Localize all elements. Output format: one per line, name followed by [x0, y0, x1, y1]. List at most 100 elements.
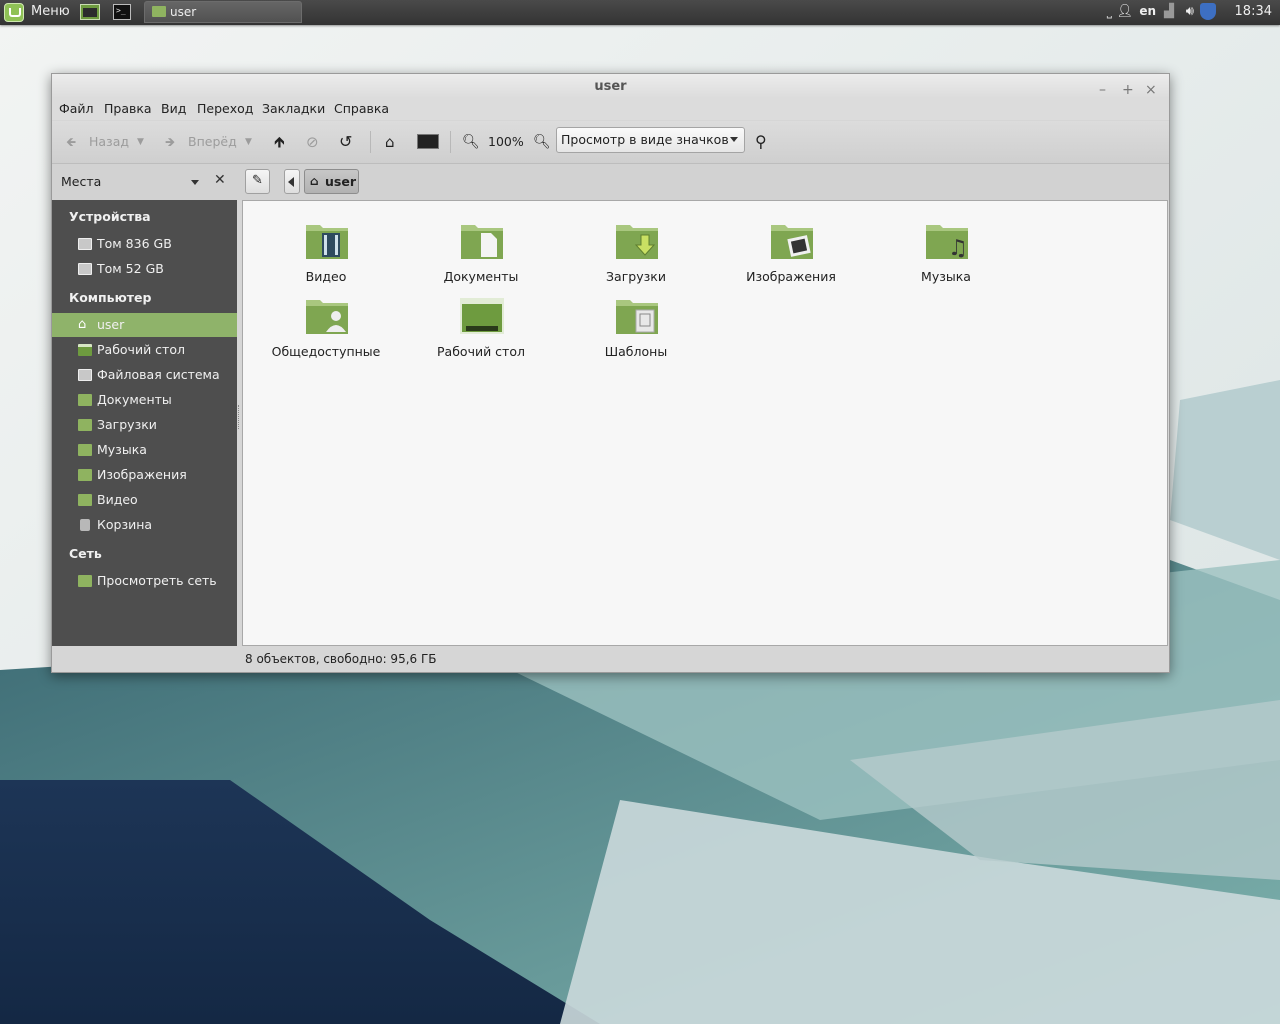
file-manager-launcher-icon[interactable]: [80, 4, 100, 20]
folder-item-desktop[interactable]: Рабочий стол: [406, 288, 556, 359]
sidebar-item-label: Том 52 GB: [97, 261, 164, 276]
sidebar-item-videos[interactable]: Видео: [52, 488, 237, 512]
toolbar-separator: [370, 131, 371, 153]
window-title: user: [594, 79, 627, 94]
keyboard-layout[interactable]: en: [1139, 4, 1156, 18]
toolbar: 🡸 Назад ▼ 🡺 Вперёд ▼ 🡹 ⊘ ↺ ⌂ 🔍︎ 100% 🔍︎ …: [52, 121, 1169, 164]
sidebar-header-devices: Устройства: [69, 209, 151, 224]
folder-item-label: Общедоступные: [271, 344, 381, 359]
breadcrumb-scroll-left-button[interactable]: [284, 169, 300, 194]
folder-item-label: Музыка: [921, 269, 971, 284]
desktop-folder-icon: [460, 298, 504, 334]
folder-item-downloads[interactable]: Загрузки: [561, 213, 711, 284]
sidebar-item-pictures[interactable]: Изображения: [52, 463, 237, 487]
sidebar-item-label: Файловая система: [97, 367, 220, 382]
breadcrumb-label: user: [325, 174, 356, 189]
folder-item-pictures[interactable]: Изображения: [716, 213, 866, 284]
menu-bookmarks[interactable]: Закладки: [262, 101, 325, 116]
music-folder-icon: ♫: [926, 225, 968, 261]
zoom-level[interactable]: 100%: [488, 132, 524, 152]
sidebar-item-documents[interactable]: Документы: [52, 388, 237, 412]
back-history-dropdown-icon[interactable]: ▼: [137, 132, 144, 152]
window-titlebar[interactable]: user – + ×: [52, 74, 1169, 98]
menu-help[interactable]: Справка: [334, 101, 389, 116]
search-icon[interactable]: ⚲: [755, 132, 767, 152]
folder-item-templates[interactable]: Шаблоны: [561, 288, 711, 359]
menu-file[interactable]: Файл: [59, 101, 94, 116]
taskbar-window-button[interactable]: user: [144, 1, 302, 23]
computer-icon[interactable]: [417, 134, 439, 149]
folder-item-videos[interactable]: Видео: [251, 213, 401, 284]
network-signal-icon[interactable]: ▟: [1164, 4, 1174, 19]
sidebar-header-network: Сеть: [69, 546, 102, 561]
sidebar-item-volume-52[interactable]: Том 52 GB: [52, 257, 237, 281]
menu-view[interactable]: Вид: [161, 101, 186, 116]
sidebar-item-downloads[interactable]: Загрузки: [52, 413, 237, 437]
places-selector[interactable]: Места: [61, 174, 101, 189]
user-icon[interactable]: 👤︎: [1116, 4, 1133, 19]
sidebar-item-music[interactable]: Музыка: [52, 438, 237, 462]
stop-icon[interactable]: ⊘: [306, 132, 319, 152]
chevron-down-icon[interactable]: [191, 180, 199, 185]
reload-icon[interactable]: ↺: [339, 132, 352, 152]
folder-icon: [78, 444, 92, 456]
forward-arrow-icon: 🡺: [165, 134, 176, 149]
sidebar-item-desktop[interactable]: Рабочий стол: [52, 338, 237, 362]
folder-item-public[interactable]: Общедоступные: [251, 288, 401, 359]
svg-text:♫: ♫: [948, 236, 968, 261]
mint-menu-icon[interactable]: [4, 3, 24, 22]
folder-item-label: Документы: [443, 269, 519, 284]
keyboard-icon[interactable]: ⎵: [1107, 4, 1112, 19]
sidebar-item-label: Том 836 GB: [97, 236, 172, 251]
zoom-in-icon[interactable]: 🔍︎: [533, 132, 551, 152]
sidebar-item-trash[interactable]: Корзина: [52, 513, 237, 537]
zoom-out-icon[interactable]: 🔍︎: [462, 132, 480, 152]
status-text: 8 объектов, свободно: 95,6 ГБ: [245, 652, 437, 666]
sidebar-item-label: Документы: [97, 392, 172, 407]
template-folder-icon: [616, 300, 658, 334]
top-panel: Меню >_ user ⎵ 👤︎ en ▟ 🔊︎ 18:34: [0, 0, 1280, 25]
pencil-icon: ✎: [252, 173, 263, 188]
home-icon: ⌂: [78, 317, 87, 332]
home-icon[interactable]: ⌂: [385, 132, 395, 152]
location-bar: Места ✕ ✎ ⌂ user: [52, 164, 1169, 200]
folder-icon: [78, 394, 92, 406]
menu-button-label[interactable]: Меню: [31, 4, 70, 19]
folder-item-label: Изображения: [746, 269, 836, 284]
sidebar-item-label: Видео: [97, 492, 138, 507]
folder-item-label: Видео: [305, 269, 347, 284]
sidebar-item-label: Изображения: [97, 467, 187, 482]
up-arrow-icon[interactable]: 🡹: [274, 132, 285, 152]
folder-icon: [78, 419, 92, 431]
view-mode-select[interactable]: Просмотр в виде значков: [556, 127, 745, 153]
sidebar-item-volume-836[interactable]: Том 836 GB: [52, 232, 237, 256]
volume-icon[interactable]: 🔊︎: [1186, 4, 1194, 19]
back-button[interactable]: Назад: [89, 132, 129, 152]
menu-bar: Файл Правка Вид Переход Закладки Справка: [52, 98, 1169, 120]
public-folder-icon: [306, 300, 348, 334]
view-mode-value: Просмотр в виде значков: [561, 132, 729, 147]
close-sidebar-icon[interactable]: ✕: [214, 172, 226, 188]
sidebar-item-browse-network[interactable]: Просмотреть сеть: [52, 569, 237, 593]
update-shield-icon[interactable]: [1200, 3, 1216, 20]
forward-history-dropdown-icon[interactable]: ▼: [245, 132, 252, 152]
sidebar-item-home[interactable]: ⌂ user: [52, 313, 237, 337]
trash-icon: [80, 519, 90, 531]
toolbar-separator: [450, 131, 451, 153]
folder-item-music[interactable]: ♫ Музыка: [871, 213, 1021, 284]
clock[interactable]: 18:34: [1235, 4, 1272, 19]
taskbar-window-title: user: [170, 5, 197, 19]
picture-folder-icon: [771, 225, 813, 259]
drive-icon: [78, 263, 92, 275]
terminal-launcher-icon[interactable]: >_: [113, 4, 131, 20]
network-folder-icon: [78, 575, 92, 587]
folder-item-documents[interactable]: Документы: [406, 213, 556, 284]
sidebar-item-filesystem[interactable]: Файловая система: [52, 363, 237, 387]
forward-button[interactable]: Вперёд: [188, 132, 237, 152]
drive-icon: [78, 369, 92, 381]
folder-icon: [78, 469, 92, 481]
toggle-location-entry-button[interactable]: ✎: [245, 169, 270, 194]
menu-go[interactable]: Переход: [197, 101, 253, 116]
breadcrumb-home[interactable]: ⌂ user: [304, 169, 359, 194]
menu-edit[interactable]: Правка: [104, 101, 152, 116]
